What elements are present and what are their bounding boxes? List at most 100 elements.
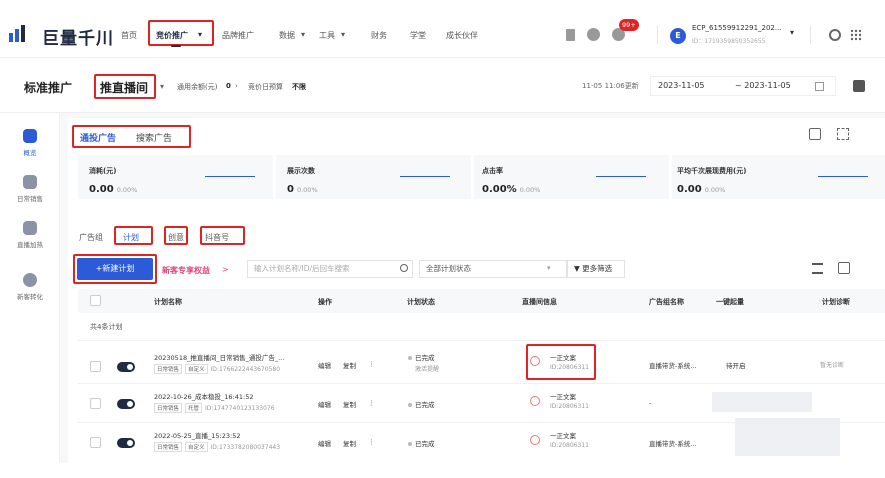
more-icon[interactable]: ⋮ [368,399,375,407]
table-header [78,289,885,313]
tab-general-ad[interactable]: 通投广告 [80,131,116,144]
copy-link[interactable]: 复制 [343,360,356,370]
sidebar-item-label: 直播加热 [17,241,43,249]
status-filter-select[interactable]: 全部计划状态 [419,260,567,278]
live-room-selector[interactable]: 推直播间 [100,79,148,96]
chevron-down-icon: ▾ [198,30,203,39]
live-room-icon [530,396,540,406]
live-room-name[interactable]: 一正文案 [550,352,576,362]
help-icon[interactable] [587,28,600,41]
nav-finance[interactable]: 财务 [371,30,387,41]
search-icon[interactable] [400,264,408,272]
edit-link[interactable]: 编辑 [318,438,331,448]
live-room-id: ID:20806311 [550,403,589,410]
live-room-name[interactable]: 一正文案 [550,391,576,401]
tab-ad-group[interactable]: 广告组 [79,232,103,243]
nav-active-indicator [171,45,181,47]
new-plan-button[interactable]: +新建计划 [77,258,153,280]
plan-meta: 日常销售 自定义 ID:1733782080037443 [154,442,280,452]
column-header: 操作 [318,298,332,306]
live-room-icon [530,435,540,445]
column-header: 一键起量 [716,298,744,306]
chevron-down-icon[interactable]: ▾ [160,82,164,91]
more-icon[interactable]: ⋮ [368,360,375,368]
boost-status[interactable]: 待开启 [726,360,746,370]
live-icon [23,221,37,235]
plan-toggle[interactable] [117,438,135,448]
more-filter-button[interactable]: ▼ 更多筛选 [567,260,625,278]
nav-home[interactable]: 首页 [121,30,137,41]
standard-promo-title: 标准推广 [24,81,73,95]
chart-icon[interactable] [809,128,821,140]
gear-icon[interactable] [829,29,841,41]
search-input[interactable]: 输入计划名称/ID/后回车搜索 [247,260,413,278]
ad-group-name[interactable]: 直播带货-系统... [649,438,697,448]
overview-icon [23,129,37,143]
notification-badge: 99+ [619,19,639,31]
sidebar-item-daily-sales[interactable]: 日常销售 [0,175,60,203]
nav-data[interactable]: 数据 [279,30,295,41]
nav-bid-promo[interactable]: 竞价推广 [156,30,188,41]
column-header[interactable]: 计划状态 [407,297,435,307]
new-customer-benefit-link[interactable]: 新客专享权益 [162,265,210,276]
row-checkbox[interactable] [90,398,101,409]
nav-brand-promo[interactable]: 品牌推广 [222,30,254,41]
trend-line [596,176,646,178]
filter-icon: ▼ [574,264,583,273]
sidebar-item-overview[interactable]: 概览 [0,129,60,157]
column-header[interactable]: 计划名称 [154,297,182,307]
sidebar-item-live-boost[interactable]: 直播加热 [0,221,60,249]
chevron-down-icon[interactable]: ▾ [790,28,794,37]
status-sub: 激活提醒 [415,366,440,373]
plan-name[interactable]: 20230518_推直播间_日常销售_通投广告_... [154,352,284,362]
divider [657,26,658,44]
logo-text: 巨量千川 [42,29,114,49]
live-room-icon [530,356,540,366]
edit-link[interactable]: 编辑 [318,399,331,409]
sidebar-item-label: 新客转化 [17,293,43,301]
table-row[interactable] [78,341,885,383]
plan-name[interactable]: 2022-10-26_成本稳投_16:41:52 [154,391,253,401]
diagnosis: 暂无诊断 [820,362,845,369]
divider [810,26,811,44]
plan-name[interactable]: 2022-05-25_直播_15:23:52 [154,430,240,440]
select-all-checkbox[interactable] [90,295,101,306]
chevron-right-icon: › [235,82,238,90]
export-icon[interactable] [838,262,850,274]
nav-growth-partner[interactable]: 成长伙伴 [446,30,478,41]
calendar-icon [815,82,824,91]
copy-link[interactable]: 复制 [343,438,356,448]
tab-search-ad[interactable]: 搜索广告 [136,131,172,144]
copy-link[interactable]: 复制 [343,399,356,409]
edit-link[interactable]: 编辑 [318,360,331,370]
live-room-name[interactable]: 一正文案 [550,430,576,440]
fullscreen-icon[interactable] [837,128,849,140]
ad-group-name[interactable]: 直播带货-系统... [649,360,697,370]
download-icon[interactable] [853,80,865,92]
chevron-right-icon: > [222,265,229,274]
avatar[interactable]: E [670,28,686,44]
column-settings-icon[interactable] [812,263,823,274]
stat-label: 消耗(元) [89,167,117,175]
daily-budget-label: 竞价日预算 [248,83,283,91]
tab-douyin-account[interactable]: 抖音号 [205,232,229,243]
phone-icon[interactable] [566,29,575,41]
trend-line [205,176,255,178]
sidebar-item-new-customer[interactable]: 新客转化 [0,273,60,301]
nav-academy[interactable]: 学堂 [410,30,426,41]
tab-creative[interactable]: 创意 [168,232,184,243]
date-end: ~ 2023-11-05 [735,81,791,90]
row-checkbox[interactable] [90,361,101,372]
tab-plan[interactable]: 计划 [123,232,139,243]
plan-toggle[interactable] [117,362,135,372]
plan-toggle[interactable] [117,399,135,409]
update-time: 11-05 11:06更新 [582,82,639,90]
row-checkbox[interactable] [90,437,101,448]
nav-tools[interactable]: 工具 [319,30,335,41]
more-icon[interactable]: ⋮ [368,438,375,446]
blurred-area [712,392,812,412]
grid-icon[interactable] [850,29,862,41]
plan-count: 共4条计划 [90,323,123,331]
blurred-area [735,418,840,456]
account-name[interactable]: ECP_61559912291_202... [692,24,782,32]
